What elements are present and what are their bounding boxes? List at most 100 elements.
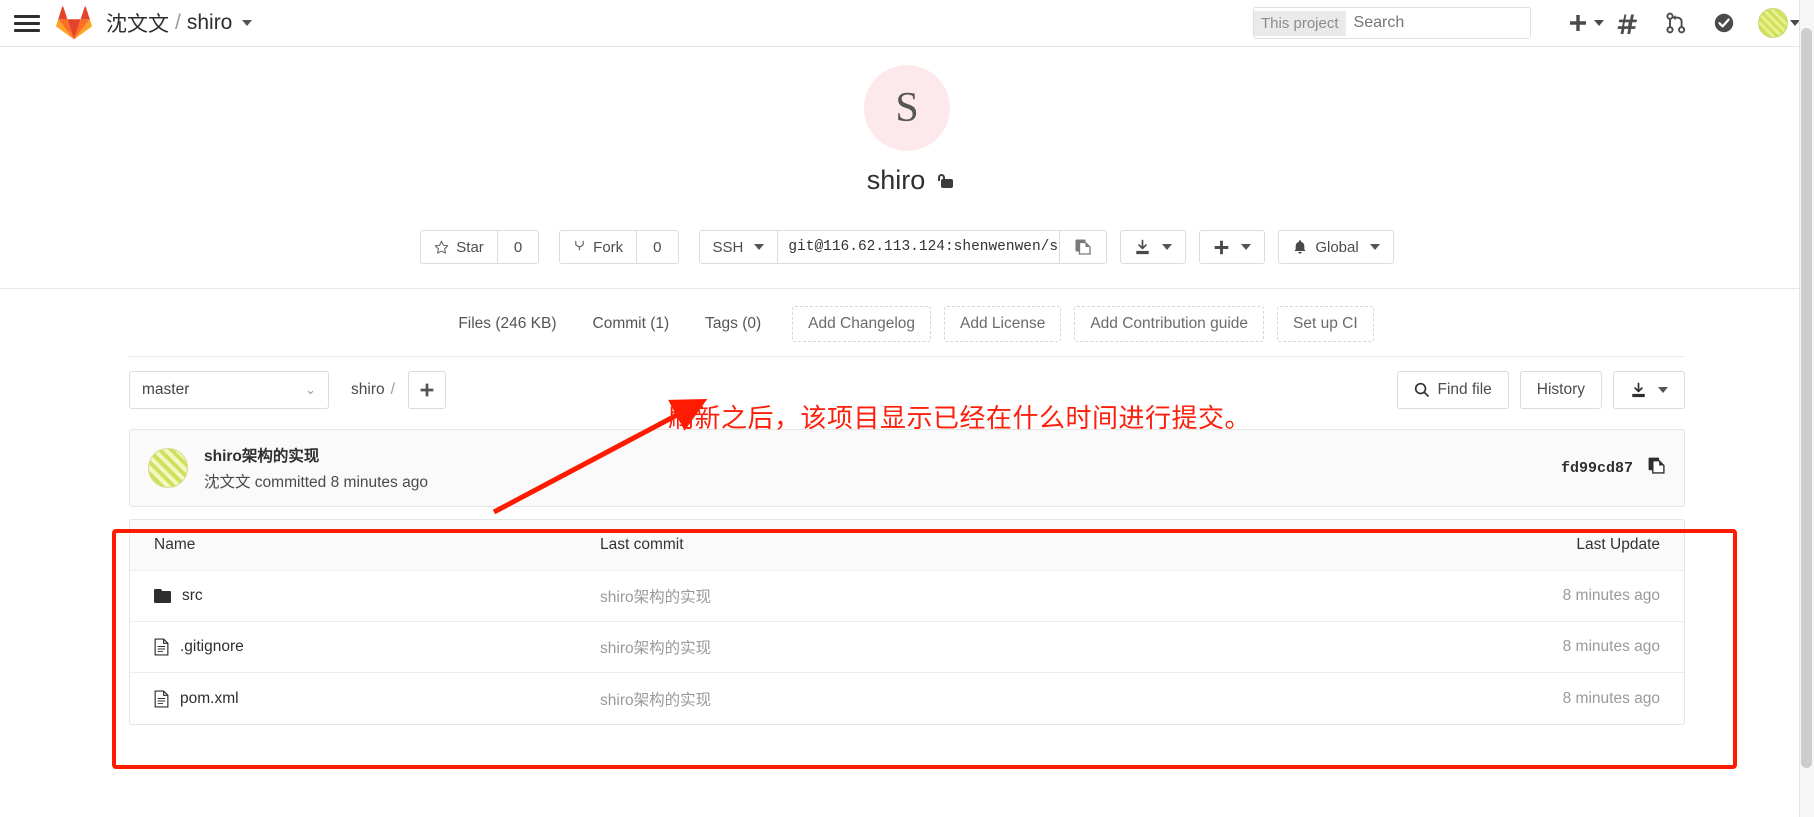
breadcrumb-separator: / — [175, 11, 181, 34]
new-file-dropdown-button[interactable] — [407, 371, 446, 409]
table-row[interactable]: src shiro架构的实现 8 minutes ago — [130, 571, 1684, 622]
search-box[interactable]: This project — [1253, 7, 1531, 39]
hamburger-icon[interactable] — [14, 10, 40, 36]
download-repo-button[interactable] — [1613, 371, 1685, 409]
notification-label: Global — [1315, 238, 1359, 256]
commit-sha[interactable]: fd99cd87 — [1561, 460, 1633, 477]
project-action-bar: Star 0 Fork 0 SSH git@116.62.113.124:she… — [0, 230, 1814, 264]
history-button[interactable]: History — [1519, 371, 1602, 409]
chevron-down-icon — [754, 244, 765, 250]
project-avatar: S — [864, 65, 950, 151]
download-icon — [1632, 382, 1645, 397]
folder-icon — [154, 589, 171, 603]
lock-icon — [935, 173, 954, 188]
breadcrumb-project[interactable]: shiro — [187, 11, 233, 35]
file-name-cell: .gitignore — [130, 638, 600, 656]
merge-request-icon[interactable] — [1665, 12, 1687, 34]
copy-icon — [1075, 239, 1091, 255]
star-count[interactable]: 0 — [496, 230, 540, 264]
issues-hash-icon[interactable] — [1617, 12, 1639, 34]
star-button[interactable]: Star — [420, 230, 498, 264]
fork-count[interactable]: 0 — [636, 230, 679, 264]
add-contribution-guide-button[interactable]: Add Contribution guide — [1074, 306, 1265, 342]
breadcrumb-namespace[interactable]: 沈文文 — [106, 8, 169, 38]
download-icon — [1136, 239, 1150, 254]
commit-message[interactable]: shiro架构的实现 — [204, 444, 428, 466]
path-separator: / — [390, 381, 395, 398]
gitlab-logo-icon[interactable] — [56, 6, 92, 40]
set-up-ci-button[interactable]: Set up CI — [1277, 306, 1374, 342]
chevron-down-icon: ⌄ — [305, 382, 316, 397]
plus-icon[interactable] — [1568, 13, 1588, 33]
project-tabs: Files (246 KB) Commit (1) Tags (0) Add C… — [0, 289, 1814, 356]
fork-button[interactable]: Fork — [559, 230, 638, 264]
fork-group: Fork 0 — [559, 230, 679, 264]
todos-check-icon[interactable] — [1713, 12, 1735, 34]
download-source-button[interactable] — [1120, 230, 1187, 264]
file-icon — [154, 638, 169, 656]
clone-protocol-label: SSH — [712, 238, 744, 256]
file-name[interactable]: .gitignore — [180, 638, 244, 656]
tab-tags[interactable]: Tags (0) — [687, 315, 779, 333]
fork-icon — [575, 240, 585, 250]
column-header-last-commit: Last commit — [600, 536, 684, 553]
find-file-label: Find file — [1437, 381, 1492, 398]
branch-selector[interactable]: master ⌄ — [129, 371, 329, 409]
file-name-cell: src — [130, 587, 600, 605]
add-license-button[interactable]: Add License — [944, 306, 1062, 342]
project-avatar-letter: S — [895, 85, 919, 131]
search-input[interactable] — [1345, 14, 1530, 32]
copy-icon — [1648, 457, 1665, 474]
annotation-text: 刷新之后，该项目显示已经在什么时间进行提交。 — [668, 404, 1252, 434]
path-breadcrumb: shiro / — [351, 381, 395, 399]
search-icon — [1415, 382, 1430, 398]
find-file-button[interactable]: Find file — [1397, 371, 1509, 409]
project-name: shiro — [866, 165, 926, 195]
notification-setting-button[interactable]: Global — [1278, 230, 1394, 264]
commit-info: shiro架构的实现 沈文文 committed 8 minutes ago — [204, 444, 428, 492]
commit-sha-group: fd99cd87 — [1561, 456, 1666, 480]
column-header-name: Name — [154, 536, 196, 553]
page-scrollbar[interactable] — [1799, 0, 1814, 817]
plus-icon — [1215, 240, 1229, 254]
chevron-down-icon[interactable] — [242, 20, 253, 26]
table-row[interactable]: pom.xml shiro架构的实现 8 minutes ago — [130, 673, 1684, 724]
copy-sha-button[interactable] — [1647, 456, 1666, 480]
page-root: 沈文文 / shiro This project Search S shiro … — [0, 0, 1814, 817]
star-icon — [434, 240, 449, 254]
file-tree-table: Name Last commit Last Update src shiro架构… — [129, 519, 1685, 725]
table-row[interactable]: .gitignore shiro架构的实现 8 minutes ago — [130, 622, 1684, 673]
file-table-header: Name Last commit Last Update — [130, 520, 1684, 571]
branch-name: master — [142, 381, 190, 398]
clone-group: SSH git@116.62.113.124:shenwenwen/shi — [698, 230, 1108, 264]
row-last-update: 8 minutes ago — [1562, 689, 1660, 707]
last-commit-panel: shiro架构的实现 沈文文 committed 8 minutes ago f… — [129, 429, 1685, 507]
repository-toolbar-right: Find file History — [1397, 371, 1685, 409]
user-avatar[interactable] — [1758, 8, 1788, 38]
tab-files[interactable]: Files (246 KB) — [440, 315, 574, 333]
row-last-commit[interactable]: shiro架构的实现 — [600, 585, 1424, 607]
row-last-commit[interactable]: shiro架构的实现 — [600, 688, 1424, 710]
file-name[interactable]: pom.xml — [180, 690, 239, 708]
scrollbar-thumb[interactable] — [1801, 28, 1812, 768]
commit-author-avatar — [148, 448, 188, 488]
column-header-last-update: Last Update — [1576, 536, 1660, 553]
row-last-update: 8 minutes ago — [1562, 587, 1660, 604]
plus-dropdown-chevron-icon[interactable] — [1594, 20, 1604, 26]
file-name[interactable]: src — [182, 587, 203, 605]
row-last-commit[interactable]: shiro架构的实现 — [600, 636, 1424, 658]
add-to-project-button[interactable] — [1199, 230, 1266, 264]
add-changelog-button[interactable]: Add Changelog — [792, 306, 932, 342]
file-icon — [154, 689, 169, 708]
chevron-down-icon — [1241, 244, 1252, 250]
top-navbar: 沈文文 / shiro This project — [0, 0, 1814, 47]
plus-icon — [420, 383, 434, 397]
clone-url-field[interactable]: git@116.62.113.124:shenwenwen/shi — [778, 230, 1061, 264]
tab-commit[interactable]: Commit (1) — [575, 315, 688, 333]
search-scope-label: This project — [1254, 10, 1346, 36]
copy-clone-url-button[interactable] — [1060, 230, 1108, 264]
clone-protocol-dropdown[interactable]: SSH — [698, 230, 779, 264]
path-root[interactable]: shiro — [351, 381, 385, 399]
commit-author-line: 沈文文 committed 8 minutes ago — [204, 474, 428, 491]
page-title: shiro — [0, 165, 1814, 196]
